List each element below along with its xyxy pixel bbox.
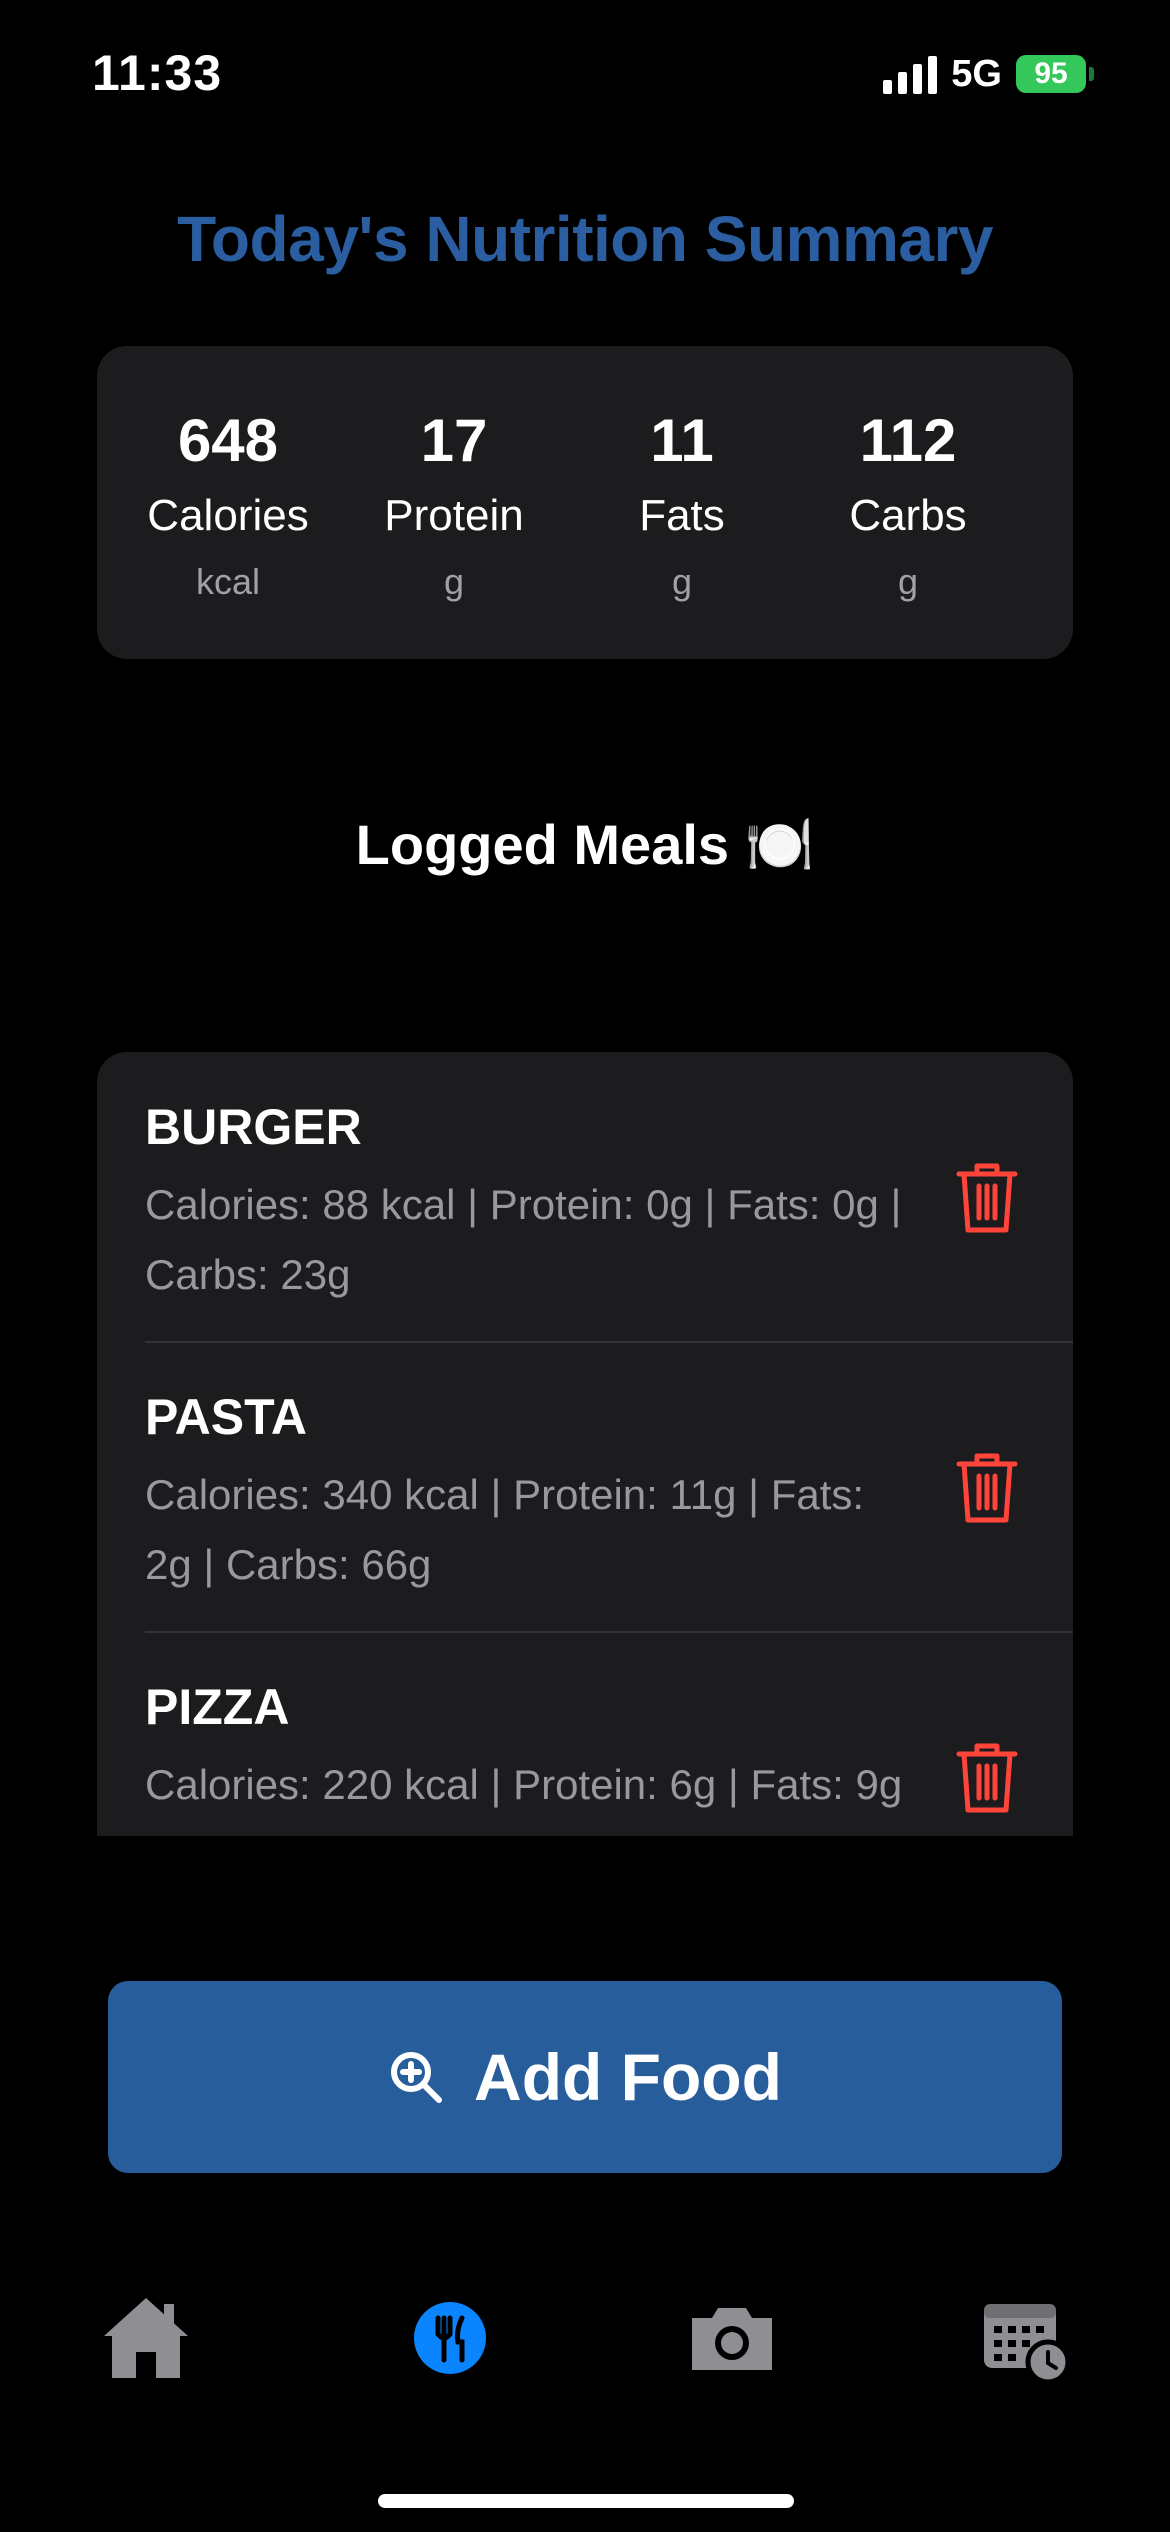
stat-label: Calories	[147, 491, 309, 540]
network-type: 5G	[951, 52, 1002, 95]
battery-level: 95	[1034, 57, 1068, 90]
stat-value: 17	[420, 407, 488, 474]
meal-detail: Calories: 340 kcal | Protein: 11g | Fats…	[145, 1471, 865, 1588]
meal-detail: Calories: 220 kcal | Protein: 6g | Fats:…	[145, 1761, 903, 1836]
status-time: 11:33	[92, 45, 223, 101]
list-item[interactable]: BURGER Calories: 88 kcal | Protein: 0g |…	[97, 1052, 1073, 1342]
list-item[interactable]: PIZZA Calories: 220 kcal | Protein: 6g |…	[97, 1632, 1073, 1836]
trash-icon[interactable]	[955, 1160, 1019, 1236]
camera-icon[interactable]	[684, 2290, 780, 2386]
home-indicator	[378, 2494, 794, 2508]
meals-list[interactable]: BURGER Calories: 88 kcal | Protein: 0g |…	[97, 1052, 1073, 1836]
stat-value: 648	[177, 407, 279, 474]
list-item[interactable]: PASTA Calories: 340 kcal | Protein: 11g …	[97, 1342, 1073, 1632]
home-icon[interactable]	[98, 2290, 194, 2386]
trash-icon[interactable]	[955, 1740, 1019, 1816]
stat-unit: g	[443, 561, 465, 602]
logged-meals-heading: Logged Meals 🍽️	[355, 813, 815, 876]
status-indicators: 5G 95	[883, 52, 1094, 96]
stat-value: 11	[650, 407, 714, 474]
stat-unit: g	[897, 561, 919, 602]
add-food-label: Add Food	[474, 2040, 782, 2114]
meal-name: BURGER	[145, 1099, 362, 1155]
add-food-button[interactable]: Add Food	[108, 1981, 1062, 2173]
stat-label: Protein	[384, 491, 524, 540]
nutrition-summary-card: 648 Calories kcal 17 Protein g 11 Fats g…	[97, 346, 1073, 659]
magnifier-plus-icon	[391, 2052, 443, 2103]
signal-icon	[883, 54, 938, 94]
stat-unit: g	[671, 561, 693, 602]
meal-name: PASTA	[145, 1389, 308, 1445]
stat-unit: kcal	[195, 561, 261, 602]
meal-name: PIZZA	[145, 1679, 290, 1735]
page-title: Today's Nutrition Summary	[177, 203, 993, 275]
trash-icon[interactable]	[955, 1450, 1019, 1526]
meal-detail: Calories: 88 kcal | Protein: 0g | Fats: …	[145, 1181, 902, 1298]
tab-food[interactable]	[402, 2290, 498, 2386]
calendar-clock-icon[interactable]	[978, 2290, 1074, 2386]
stat-label: Fats	[639, 491, 725, 540]
fork-knife-icon	[414, 2302, 486, 2374]
battery-icon: 95	[1016, 55, 1094, 93]
stat-label: Carbs	[849, 491, 967, 540]
stat-value: 112	[859, 407, 957, 474]
